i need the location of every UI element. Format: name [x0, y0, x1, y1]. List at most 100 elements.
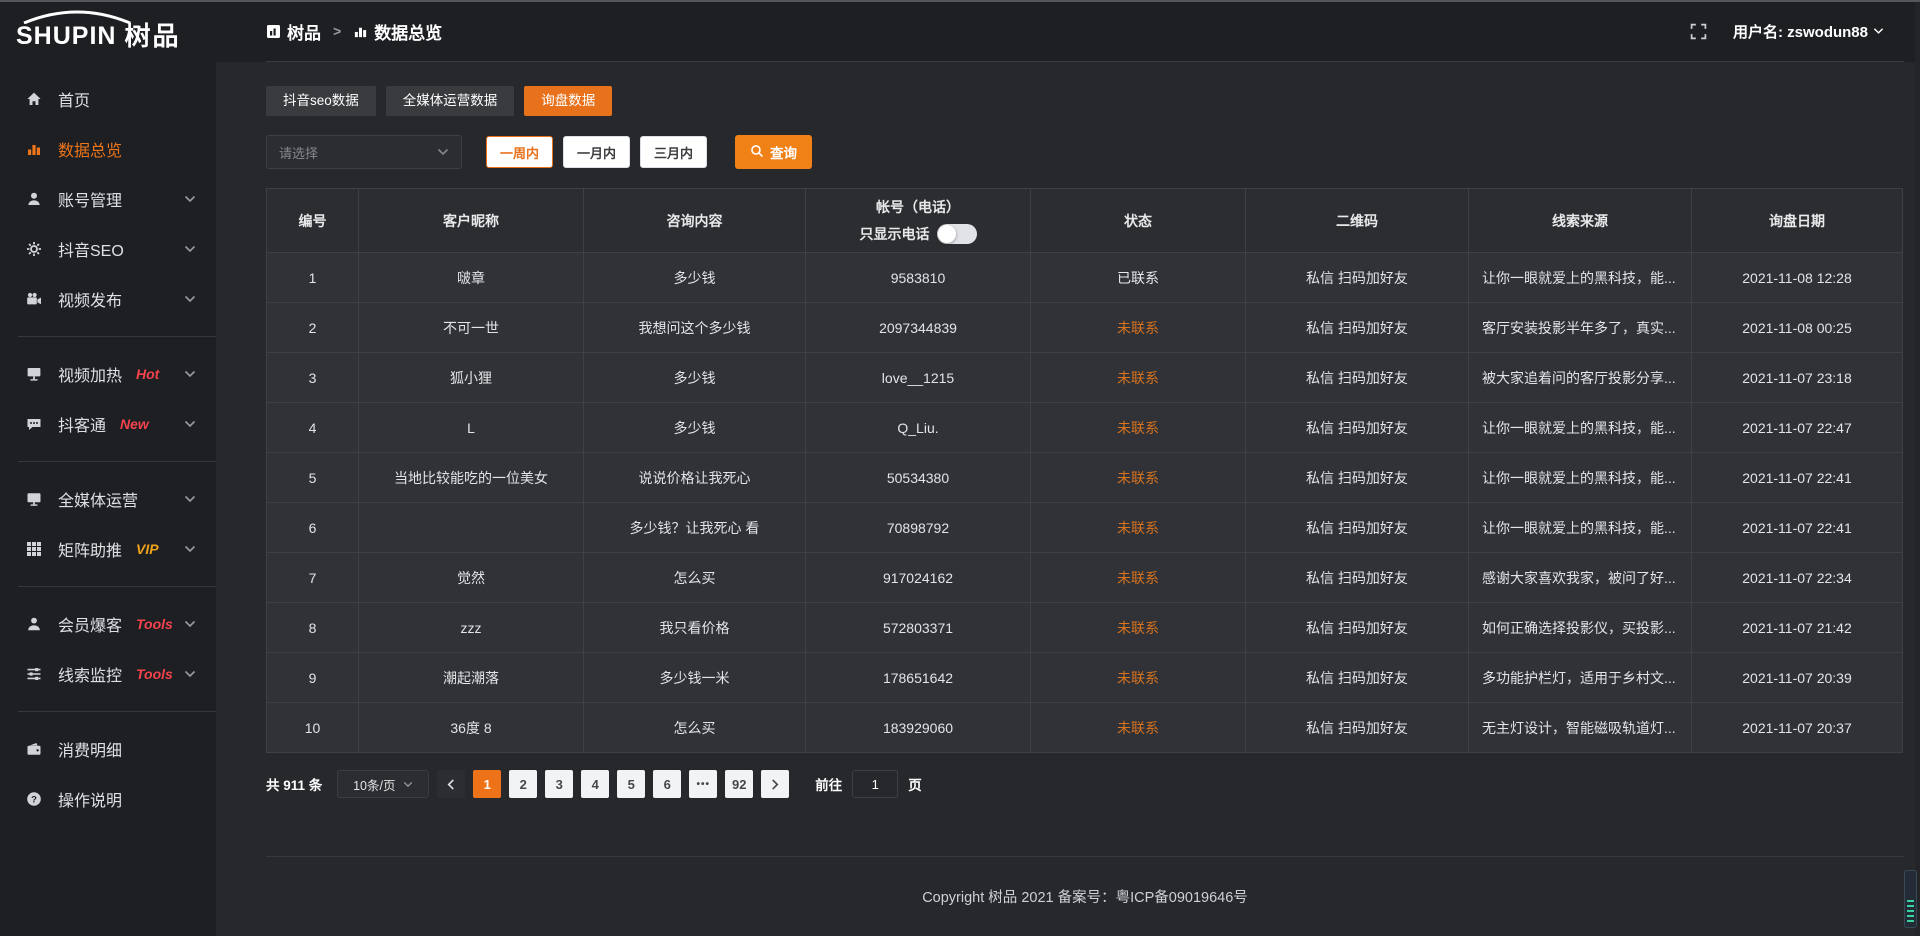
cell-id: 2 — [267, 303, 359, 353]
sidebar-item-video-heat[interactable]: 视频加热 Hot — [0, 349, 216, 399]
next-page-button[interactable] — [761, 770, 789, 798]
chevron-down-icon — [184, 545, 196, 553]
cell-nickname — [359, 503, 584, 553]
sidebar-menu: 首页 数据总览 账号管理 抖音SEO 视频发布 视频加热 Hot — [0, 62, 216, 936]
page-button-6[interactable]: 6 — [653, 770, 681, 798]
window-top-edge — [0, 0, 1920, 2]
chevron-down-icon — [437, 143, 449, 161]
cell-source-link[interactable]: 客厅安装投影半年多了，真实... — [1469, 303, 1692, 353]
cell-source-link[interactable]: 感谢大家喜欢我家，被问了好... — [1469, 553, 1692, 603]
user-icon — [26, 191, 44, 207]
page-button-2[interactable]: 2 — [509, 770, 537, 798]
sidebar-item-douyin-seo[interactable]: 抖音SEO — [0, 224, 216, 274]
cell-account: 70898792 — [806, 503, 1031, 553]
page-size-label: 10条/页 — [353, 775, 395, 794]
sidebar-item-lead-monitor[interactable]: 线索监控 Tools — [0, 649, 216, 699]
sidebar-item-douketong[interactable]: 抖客通 New — [0, 399, 216, 449]
table-row: 8 zzz 我只看价格 572803371 未联系 私信 扫码加好友 如何正确选… — [267, 603, 1903, 653]
cell-qrcode-link[interactable]: 私信 扫码加好友 — [1246, 253, 1469, 303]
cell-status: 未联系 — [1031, 353, 1246, 403]
page-size-select[interactable]: 10条/页 — [337, 770, 429, 798]
tab-all-media-data[interactable]: 全媒体运营数据 — [386, 86, 515, 116]
cell-qrcode-link[interactable]: 私信 扫码加好友 — [1246, 353, 1469, 403]
cell-qrcode-link[interactable]: 私信 扫码加好友 — [1246, 303, 1469, 353]
tab-douyin-seo-data[interactable]: 抖音seo数据 — [266, 86, 376, 116]
cell-date: 2021-11-07 22:34 — [1692, 553, 1903, 603]
wallet-icon — [26, 741, 44, 757]
new-badge: New — [120, 416, 149, 432]
search-button[interactable]: 查询 — [735, 135, 812, 169]
cell-source-link[interactable]: 让你一眼就爱上的黑科技，能... — [1469, 453, 1692, 503]
more-pages-button[interactable]: ••• — [689, 770, 717, 798]
sidebar-item-matrix-boost[interactable]: 矩阵助推 VIP — [0, 524, 216, 574]
page-button-4[interactable]: 4 — [581, 770, 609, 798]
cell-source-link[interactable]: 被大家追着问的客厅投影分享... — [1469, 353, 1692, 403]
sidebar-item-member-burst[interactable]: 会员爆客 Tools — [0, 599, 216, 649]
cell-qrcode-link[interactable]: 私信 扫码加好友 — [1246, 653, 1469, 703]
copyright-text: Copyright 树品 2021 备案号：粤ICP备09019646号 — [922, 886, 1248, 907]
phone-only-toggle[interactable] — [937, 224, 977, 244]
logo-en-text: SHUPIN — [16, 12, 116, 51]
sidebar-item-label: 全媒体运营 — [58, 487, 138, 511]
screen-board-icon — [26, 366, 44, 382]
sidebar-item-label: 会员爆客 — [58, 612, 122, 636]
page-button-5[interactable]: 5 — [617, 770, 645, 798]
chevron-down-icon — [403, 777, 413, 791]
cell-qrcode-link[interactable]: 私信 扫码加好友 — [1246, 603, 1469, 653]
sidebar-item-all-media[interactable]: 全媒体运营 — [0, 474, 216, 524]
grid-icon — [26, 541, 44, 557]
cell-qrcode-link[interactable]: 私信 扫码加好友 — [1246, 503, 1469, 553]
sidebar-item-account-mgmt[interactable]: 账号管理 — [0, 174, 216, 224]
table-row: 4 L 多少钱 Q_Liu. 未联系 私信 扫码加好友 让你一眼就爱上的黑科技，… — [267, 403, 1903, 453]
cell-source-link[interactable]: 如何正确选择投影仪，买投影... — [1469, 603, 1692, 653]
cell-source-link[interactable]: 让你一眼就爱上的黑科技，能... — [1469, 253, 1692, 303]
cell-status: 未联系 — [1031, 553, 1246, 603]
range-month-button[interactable]: 一月内 — [563, 136, 630, 168]
cell-source-link[interactable]: 无主灯设计，智能磁吸轨道灯... — [1469, 703, 1692, 753]
sidebar-item-home[interactable]: 首页 — [0, 74, 216, 124]
chevron-left-icon — [447, 779, 455, 790]
cell-status: 未联系 — [1031, 453, 1246, 503]
page-button-3[interactable]: 3 — [545, 770, 573, 798]
range-week-button[interactable]: 一周内 — [486, 136, 553, 168]
goto-page-input[interactable] — [852, 770, 898, 798]
chevron-down-icon — [184, 620, 196, 628]
cell-account: love__1215 — [806, 353, 1031, 403]
sidebar-item-label: 数据总览 — [58, 137, 122, 161]
chevron-down-icon — [184, 195, 196, 203]
cell-account: 183929060 — [806, 703, 1031, 753]
search-button-label: 查询 — [770, 142, 797, 162]
cell-source-link[interactable]: 让你一眼就爱上的黑科技，能... — [1469, 503, 1692, 553]
account-select[interactable]: 请选择 — [266, 135, 462, 169]
cell-account: 50534380 — [806, 453, 1031, 503]
cell-qrcode-link[interactable]: 私信 扫码加好友 — [1246, 703, 1469, 753]
cell-source-link[interactable]: 让你一眼就爱上的黑科技，能... — [1469, 403, 1692, 453]
cell-content: 我想问这个多少钱 — [584, 303, 806, 353]
breadcrumb-separator: > — [333, 23, 341, 39]
table-row: 6 多少钱？让我死心 看 70898792 未联系 私信 扫码加好友 让你一眼就… — [267, 503, 1903, 553]
user-menu[interactable]: 用户名: zswodun88 — [1733, 21, 1884, 42]
sidebar-item-data-overview[interactable]: 数据总览 — [0, 124, 216, 174]
range-quarter-button[interactable]: 三月内 — [640, 136, 707, 168]
cell-status: 已联系 — [1031, 253, 1246, 303]
inquiry-table: 编号 客户昵称 咨询内容 帐号（电话） 只显示电话 状态 二维码 — [266, 188, 1903, 753]
scrollbar-track[interactable] — [1915, 0, 1920, 936]
cell-source-link[interactable]: 多功能护栏灯，适用于乡村文... — [1469, 653, 1692, 703]
cell-qrcode-link[interactable]: 私信 扫码加好友 — [1246, 453, 1469, 503]
topbar: 树品 > 数据总览 用户名: zswodun88 — [216, 0, 1920, 62]
sidebar-item-help[interactable]: ? 操作说明 — [0, 774, 216, 824]
cell-qrcode-link[interactable]: 私信 扫码加好友 — [1246, 553, 1469, 603]
sidebar-item-video-publish[interactable]: 视频发布 — [0, 274, 216, 324]
prev-page-button[interactable] — [437, 770, 465, 798]
chat-widget-minimized[interactable] — [1904, 870, 1917, 928]
fullscreen-icon[interactable] — [1690, 23, 1707, 40]
column-nickname: 客户昵称 — [359, 189, 584, 253]
content: 抖音seo数据 全媒体运营数据 询盘数据 请选择 一周内 一月内 三月内 查询 — [216, 62, 1920, 936]
breadcrumb-root[interactable]: 树品 — [287, 19, 321, 44]
cell-qrcode-link[interactable]: 私信 扫码加好友 — [1246, 403, 1469, 453]
tab-inquiry-data[interactable]: 询盘数据 — [524, 86, 612, 116]
sidebar-item-expense-detail[interactable]: 消费明细 — [0, 724, 216, 774]
page-button-92[interactable]: 92 — [725, 770, 753, 798]
page-button-1[interactable]: 1 — [473, 770, 501, 798]
menu-divider — [18, 586, 216, 587]
